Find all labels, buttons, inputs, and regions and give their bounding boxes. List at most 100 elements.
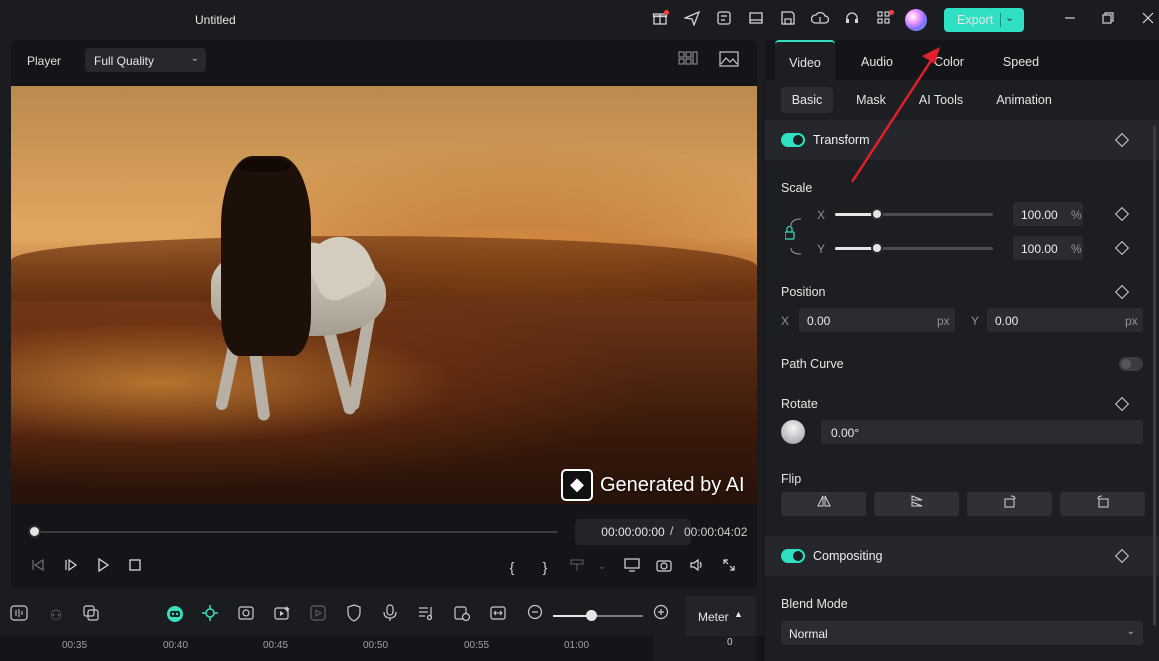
properties-panel: Video Audio Color Speed Basic Mask AI To… xyxy=(765,40,1159,661)
multicam-icon[interactable]: ⚇ xyxy=(45,604,67,626)
flip-horizontal-icon xyxy=(816,495,831,507)
player-panel: Player Full Quality ⌄ ◆ Generated by AI … xyxy=(11,40,757,588)
tab-speed[interactable]: Speed xyxy=(991,40,1051,80)
keyframe-icon[interactable] xyxy=(1114,206,1130,222)
keyframe-icon[interactable] xyxy=(1114,132,1130,148)
ai-video-icon[interactable] xyxy=(271,604,293,626)
zoom-in-icon[interactable] xyxy=(650,604,672,626)
ai-image-icon[interactable] xyxy=(235,604,257,626)
playback-scrubber[interactable] xyxy=(35,531,557,533)
layers-icon[interactable] xyxy=(80,604,102,626)
transform-toggle[interactable] xyxy=(781,133,805,147)
scale-label: Scale xyxy=(781,181,813,195)
px-unit: px xyxy=(937,314,950,328)
snapshot-icon[interactable] xyxy=(654,557,674,577)
keyframe-icon[interactable] xyxy=(1114,240,1130,256)
ruler-tick: 00:55 xyxy=(464,640,490,651)
music-list-icon[interactable] xyxy=(415,604,437,626)
fit-timeline-icon[interactable] xyxy=(487,604,509,626)
meter-toggle[interactable]: Meter ▲ xyxy=(686,596,756,636)
mark-in-icon[interactable]: { xyxy=(502,557,522,577)
ruler-tick: 00:40 xyxy=(163,640,189,651)
fullscreen-icon[interactable] xyxy=(719,557,739,577)
video-preview[interactable]: ◆ Generated by AI xyxy=(11,86,757,504)
position-x-input[interactable]: 0.00 px xyxy=(799,308,955,332)
compositing-toggle[interactable] xyxy=(781,549,805,563)
blend-mode-select[interactable]: Normal ⌄ xyxy=(781,621,1143,645)
subtab-mask[interactable]: Mask xyxy=(845,87,897,113)
scrubber-handle[interactable] xyxy=(28,525,41,538)
tab-color[interactable]: Color xyxy=(919,40,979,80)
volume-icon[interactable] xyxy=(687,557,707,577)
save-icon[interactable] xyxy=(778,10,798,30)
scale-x-slider-handle[interactable] xyxy=(871,208,883,220)
rotate-right-icon xyxy=(1004,495,1015,508)
scale-y-slider-handle[interactable] xyxy=(871,242,883,254)
cloud-upload-icon[interactable] xyxy=(810,10,830,30)
avatar[interactable] xyxy=(905,9,927,31)
player-label: Player xyxy=(27,54,62,68)
current-timecode[interactable]: 00:00:00:00 xyxy=(575,519,691,545)
previous-frame-icon[interactable] xyxy=(28,557,48,577)
layout-icon[interactable] xyxy=(746,10,766,30)
flip-vertical-icon xyxy=(911,495,922,507)
keyframe-icon[interactable] xyxy=(1114,396,1130,412)
timeline-ruler[interactable]: 00:35 00:40 00:45 00:50 00:55 01:00 0 xyxy=(0,636,765,661)
chevron-down-icon[interactable]: ⌄ xyxy=(592,557,612,577)
audio-mixer-icon[interactable] xyxy=(8,604,30,626)
subtab-ai-tools[interactable]: AI Tools xyxy=(911,87,971,113)
keyframe-icon[interactable] xyxy=(1114,284,1130,300)
caret-up-icon: ▲ xyxy=(734,609,743,619)
export-label: Export xyxy=(957,13,994,27)
mark-out-icon[interactable]: } xyxy=(535,557,555,577)
rotate-left-button[interactable] xyxy=(1060,492,1145,516)
flip-vertical-button[interactable] xyxy=(874,492,959,516)
send-icon[interactable] xyxy=(682,10,702,30)
minimize-icon[interactable] xyxy=(1061,11,1079,29)
microphone-icon[interactable] xyxy=(379,604,401,626)
headset-icon[interactable] xyxy=(842,10,862,30)
export-button[interactable]: Export ⌄ xyxy=(944,8,1024,32)
insert-icon[interactable] xyxy=(567,557,587,577)
position-y-input[interactable]: 0.00 px xyxy=(987,308,1143,332)
subtab-animation[interactable]: Animation xyxy=(987,87,1061,113)
chevron-down-icon[interactable]: ⌄ xyxy=(1005,11,1014,24)
ruler-tick: 00:45 xyxy=(263,640,289,651)
compositing-section-header: Compositing xyxy=(765,536,1159,576)
chevron-down-icon: ⌄ xyxy=(190,53,199,64)
stop-icon[interactable] xyxy=(125,557,145,577)
keyframe-icon[interactable] xyxy=(1114,548,1130,564)
path-curve-toggle[interactable] xyxy=(1119,357,1143,371)
flip-horizontal-button[interactable] xyxy=(781,492,866,516)
grid-view-icon[interactable] xyxy=(677,51,699,69)
rotate-dial[interactable] xyxy=(781,420,805,444)
total-timecode: 00:00:04:02 xyxy=(684,525,748,539)
subtab-basic[interactable]: Basic xyxy=(781,87,833,113)
blend-mode-value: Normal xyxy=(789,627,828,641)
restore-icon[interactable] xyxy=(1099,11,1117,29)
rotate-right-button[interactable] xyxy=(967,492,1052,516)
tab-video[interactable]: Video xyxy=(775,40,835,80)
scale-x-input[interactable]: 100.00 % xyxy=(1013,202,1083,226)
ai-assistant-icon[interactable] xyxy=(164,604,186,626)
zoom-slider-handle[interactable] xyxy=(586,610,597,621)
close-icon[interactable] xyxy=(1139,11,1157,29)
template-icon[interactable] xyxy=(714,10,734,30)
properties-scrollbar[interactable] xyxy=(1153,126,1156,626)
tab-audio[interactable]: Audio xyxy=(847,40,907,80)
display-icon[interactable] xyxy=(622,557,642,577)
play-icon[interactable] xyxy=(93,557,113,577)
zoom-out-icon[interactable] xyxy=(524,604,546,626)
scale-x-value: 100.00 xyxy=(1021,208,1058,222)
lock-icon[interactable] xyxy=(785,218,815,258)
auto-sync-icon[interactable] xyxy=(451,604,473,626)
image-icon[interactable] xyxy=(718,51,740,69)
quality-select[interactable]: Full Quality ⌄ xyxy=(85,48,206,72)
ai-cutout-icon[interactable] xyxy=(199,604,221,626)
shield-icon[interactable] xyxy=(343,604,365,626)
scale-y-input[interactable]: 100.00 % xyxy=(1013,236,1083,260)
ai-audio-icon[interactable] xyxy=(307,604,329,626)
flip-label: Flip xyxy=(781,472,802,486)
next-frame-icon[interactable] xyxy=(61,557,81,577)
rotate-input[interactable]: 0.00° xyxy=(821,420,1143,444)
